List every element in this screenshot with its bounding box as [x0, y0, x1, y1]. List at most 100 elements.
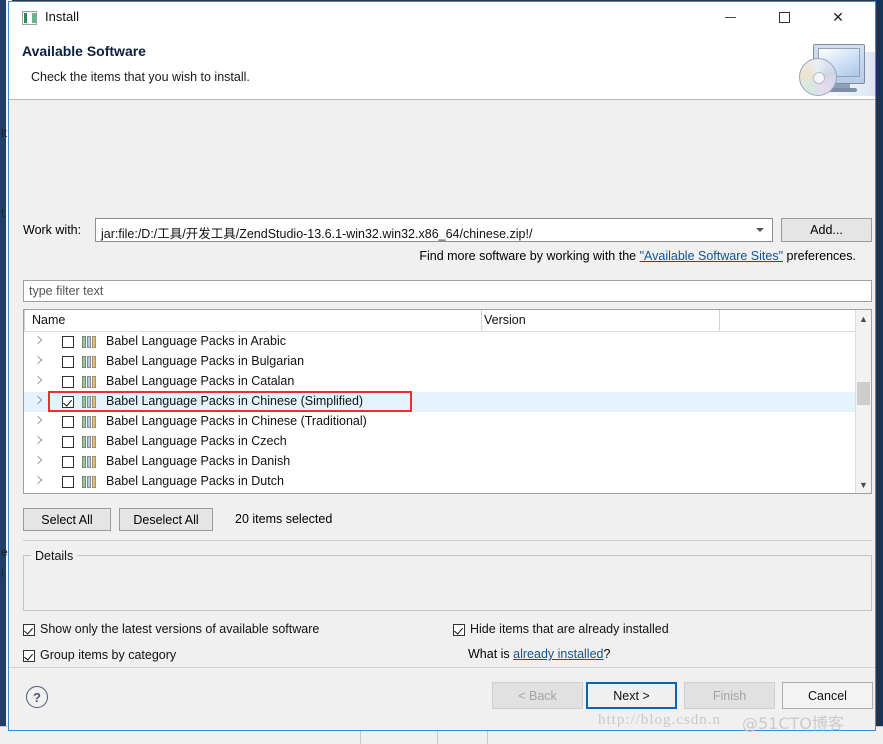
what-is-prefix: What is: [468, 647, 513, 661]
language-pack-icon: [82, 456, 100, 468]
available-software-sites-link[interactable]: "Available Software Sites": [640, 249, 783, 263]
checkbox[interactable]: [23, 650, 35, 662]
install-icon: [22, 11, 37, 25]
disc-icon: [799, 58, 837, 96]
row-label: Babel Language Packs in Danish: [106, 454, 290, 468]
filter-placeholder: type filter text: [29, 284, 103, 298]
minimize-button[interactable]: [707, 2, 753, 33]
details-legend: Details: [31, 549, 77, 563]
table-row[interactable]: Babel Language Packs in Danish: [24, 452, 871, 472]
watermark-csdn: http://blog.csdn.n: [598, 712, 721, 729]
language-pack-icon: [82, 376, 100, 388]
scroll-up-icon[interactable]: ▲: [856, 310, 871, 327]
row-label: Babel Language Packs in Arabic: [106, 334, 286, 348]
next-button[interactable]: Next >: [586, 682, 677, 709]
table-row-selected[interactable]: Babel Language Packs in Chinese (Simplif…: [24, 392, 871, 412]
close-button[interactable]: ✕: [815, 2, 861, 33]
chevron-right-icon[interactable]: [34, 417, 43, 426]
column-header-version[interactable]: Version: [484, 313, 526, 327]
what-is-already-installed: What is already installed?: [468, 647, 610, 661]
page-title: Available Software: [22, 43, 146, 59]
row-checkbox[interactable]: [62, 376, 74, 388]
add-site-button[interactable]: Add...: [781, 218, 872, 242]
option-label: Show only the latest versions of availab…: [40, 622, 319, 636]
dialog-header: Available Software Check the items that …: [9, 34, 875, 100]
row-label: Babel Language Packs in Czech: [106, 434, 287, 448]
work-with-value: jar:file:/D:/工具/开发工具/ZendStudio-13.6.1-w…: [101, 223, 532, 242]
select-all-button[interactable]: Select All: [23, 508, 111, 531]
row-label: Babel Language Packs in Catalan: [106, 374, 294, 388]
row-checkbox-checked[interactable]: [62, 396, 74, 408]
language-pack-icon: [82, 416, 100, 428]
chevron-right-icon[interactable]: [34, 437, 43, 446]
chevron-down-icon: [756, 228, 764, 232]
table-row[interactable]: Babel Language Packs in Bulgarian: [24, 352, 871, 372]
background-text-fragment: t: [1, 206, 4, 220]
row-label: Babel Language Packs in Chinese (Traditi…: [106, 414, 367, 428]
hint-suffix: preferences.: [783, 249, 856, 263]
row-checkbox[interactable]: [62, 416, 74, 428]
chevron-right-icon[interactable]: [34, 397, 43, 406]
hint-prefix: Find more software by working with the: [419, 249, 639, 263]
table-row[interactable]: Babel Language Packs in Dutch: [24, 472, 871, 492]
chevron-right-icon[interactable]: [34, 337, 43, 346]
finish-button[interactable]: Finish: [684, 682, 775, 709]
monitor-with-disc-icon: [773, 32, 875, 98]
dialog-body: Work with: jar:file:/D:/工具/开发工具/ZendStud…: [9, 100, 875, 669]
divider: [23, 540, 872, 541]
install-dialog: Install ✕ Available Software Check the i…: [8, 1, 876, 731]
tree-scrollbar[interactable]: ▲ ▼: [855, 310, 871, 493]
row-checkbox[interactable]: [62, 336, 74, 348]
checkbox[interactable]: [23, 624, 35, 636]
row-label: Babel Language Packs in Bulgarian: [106, 354, 304, 368]
scroll-down-icon[interactable]: ▼: [856, 476, 871, 493]
language-pack-icon: [82, 436, 100, 448]
table-row[interactable]: Babel Language Packs in Chinese (Traditi…: [24, 412, 871, 432]
dialog-title-bar[interactable]: Install ✕: [9, 2, 875, 34]
back-button[interactable]: < Back: [492, 682, 583, 709]
help-icon[interactable]: ?: [26, 686, 48, 708]
deselect-all-button[interactable]: Deselect All: [119, 508, 213, 531]
row-label: Babel Language Packs in Dutch: [106, 474, 284, 488]
watermark-51cto: @51CTO博客: [742, 710, 844, 734]
table-row[interactable]: Babel Language Packs in Arabic: [24, 332, 871, 352]
checkbox[interactable]: [453, 624, 465, 636]
option-label: Hide items that are already installed: [470, 622, 669, 636]
language-pack-icon: [82, 476, 100, 488]
find-more-software-hint: Find more software by working with the "…: [419, 249, 856, 263]
chevron-right-icon[interactable]: [34, 477, 43, 486]
table-row[interactable]: Babel Language Packs in Czech: [24, 432, 871, 452]
background-text-fragment: i: [1, 566, 4, 580]
what-is-suffix: ?: [604, 647, 611, 661]
language-pack-icon: [82, 336, 100, 348]
option-label: Group items by category: [40, 648, 176, 662]
work-with-combobox[interactable]: jar:file:/D:/工具/开发工具/ZendStudio-13.6.1-w…: [95, 218, 773, 242]
details-panel[interactable]: ▲ ▼: [23, 555, 872, 611]
already-installed-link[interactable]: already installed: [513, 647, 603, 661]
work-with-label: Work with:: [23, 223, 81, 237]
background-text-fragment: e: [1, 545, 8, 559]
items-selected-count: 20 items selected: [235, 512, 332, 526]
filter-input[interactable]: type filter text: [23, 280, 872, 302]
cancel-button[interactable]: Cancel: [782, 682, 873, 709]
row-checkbox[interactable]: [62, 356, 74, 368]
chevron-right-icon[interactable]: [34, 457, 43, 466]
row-checkbox[interactable]: [62, 436, 74, 448]
scrollbar-thumb[interactable]: [857, 382, 870, 405]
chevron-right-icon[interactable]: [34, 357, 43, 366]
chevron-right-icon[interactable]: [34, 377, 43, 386]
language-pack-icon: [82, 356, 100, 368]
row-checkbox[interactable]: [62, 456, 74, 468]
tree-header: Name Version: [24, 310, 871, 332]
table-row[interactable]: Babel Language Packs in Catalan: [24, 372, 871, 392]
software-tree[interactable]: Name Version Babel Language Packs in Ara…: [23, 309, 872, 494]
background-text-fragment: lt: [1, 126, 7, 140]
row-label: Babel Language Packs in Chinese (Simplif…: [106, 394, 363, 408]
column-header-name[interactable]: Name: [32, 313, 65, 327]
row-checkbox[interactable]: [62, 476, 74, 488]
tree-rows: Babel Language Packs in Arabic Babel Lan…: [24, 332, 871, 492]
window-title: Install: [45, 9, 79, 24]
language-pack-icon: [82, 396, 100, 408]
page-subtitle: Check the items that you wish to install…: [31, 70, 250, 84]
maximize-button[interactable]: [761, 2, 807, 33]
